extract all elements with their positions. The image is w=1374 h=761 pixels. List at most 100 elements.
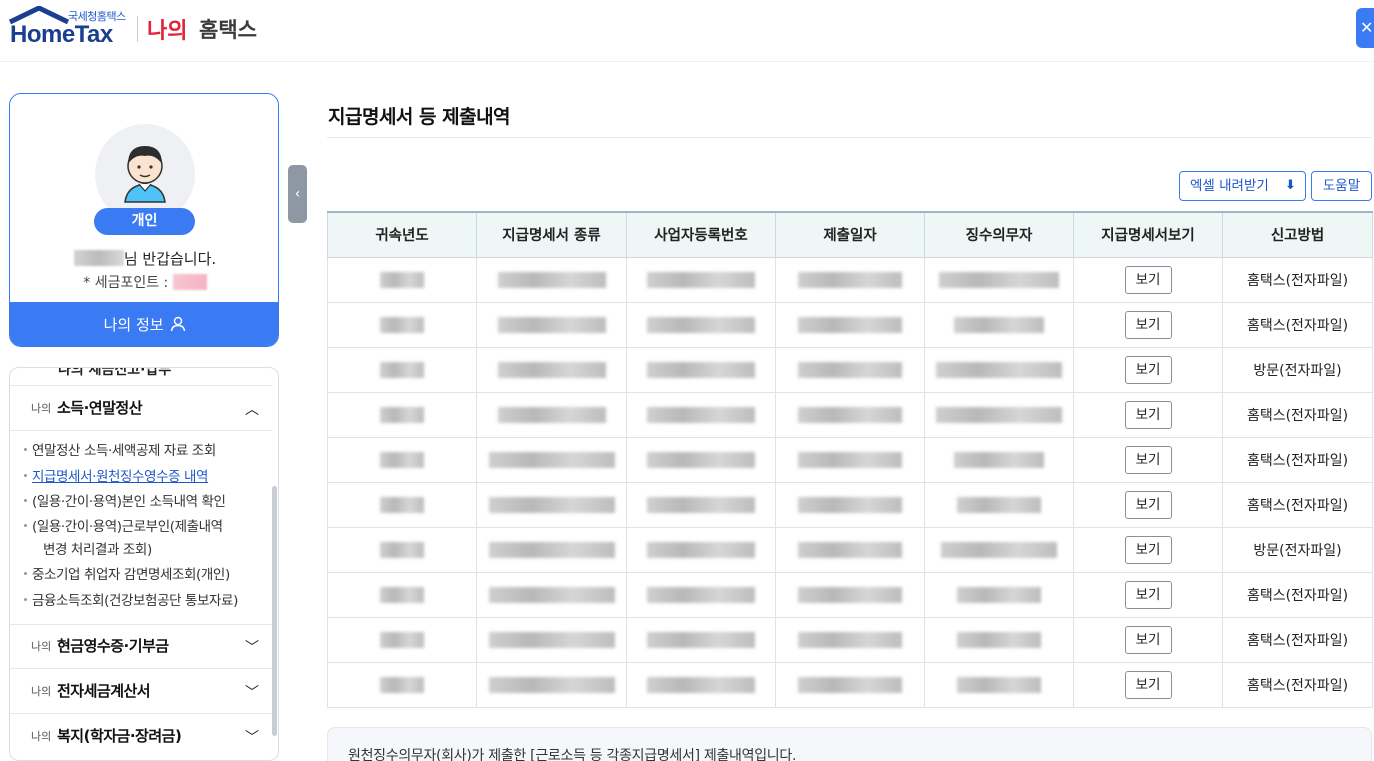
tax-points-label: * 세금포인트 : bbox=[83, 275, 169, 291]
column-header: 귀속년도 bbox=[327, 211, 477, 258]
redacted-withholder bbox=[936, 406, 1062, 423]
submenu-item-income-denial-cont[interactable]: 변경 처리결과 조회) bbox=[43, 538, 152, 562]
redacted-statement-type bbox=[488, 586, 615, 603]
submenu-item-yearend-deduction[interactable]: 연말정산 소득·세액공제 자료 조회 bbox=[24, 439, 216, 463]
table-cell bbox=[924, 481, 1074, 528]
sidebar-section-cash-receipt[interactable]: 나의 현금영수증·기부금 ﹀ bbox=[10, 624, 272, 669]
table-row: 보기 방문(전자파일) bbox=[327, 526, 1373, 573]
view-statement-button[interactable]: 보기 bbox=[1124, 625, 1172, 654]
table-cell bbox=[775, 301, 925, 348]
column-header: 제출일자 bbox=[775, 211, 925, 258]
redacted-submit-date bbox=[798, 316, 902, 333]
filing-method: 홈택스(전자파일) bbox=[1222, 571, 1373, 618]
view-statement-button[interactable]: 보기 bbox=[1124, 670, 1172, 699]
submenu-item-income-denial[interactable]: (일용·간이·용역)근로부인(제출내역 bbox=[24, 515, 223, 539]
table-row: 보기 홈택스(전자파일) bbox=[327, 481, 1373, 528]
redacted-withholder bbox=[954, 316, 1044, 333]
section-prefix: 나의 bbox=[31, 402, 52, 415]
redacted-business-number bbox=[647, 361, 755, 378]
redacted-withholder bbox=[957, 676, 1041, 693]
redacted-submit-date bbox=[798, 631, 902, 648]
view-statement-button[interactable]: 보기 bbox=[1124, 400, 1172, 429]
table-cell bbox=[775, 346, 925, 393]
section-title: 현금영수증·기부금 bbox=[57, 637, 169, 655]
header: 국세청홈택스 HomeTax 나의 홈택스 ✕ bbox=[0, 0, 1374, 62]
table-cell bbox=[626, 256, 776, 303]
table-cell bbox=[775, 436, 925, 483]
my-info-button[interactable]: 나의 정보 bbox=[10, 302, 278, 346]
table-cell bbox=[626, 661, 776, 708]
table-cell bbox=[924, 346, 1074, 393]
table-cell bbox=[476, 661, 627, 708]
view-statement-button[interactable]: 보기 bbox=[1124, 355, 1172, 384]
page-title: 지급명세서 등 제출내역 bbox=[328, 106, 511, 128]
table-cell bbox=[775, 616, 925, 663]
sidebar-section-e-invoice[interactable]: 나의 전자세금계산서 ﹀ bbox=[10, 669, 272, 714]
filing-method: 홈택스(전자파일) bbox=[1222, 616, 1373, 663]
table-cell bbox=[626, 481, 776, 528]
redacted-statement-type bbox=[488, 451, 615, 468]
table-cell bbox=[924, 436, 1074, 483]
table-cell bbox=[327, 301, 477, 348]
chevron-down-icon[interactable]: ﹀ bbox=[245, 682, 259, 702]
table-cell bbox=[476, 391, 627, 438]
table-cell bbox=[626, 616, 776, 663]
section-title: 전자세금계산서 bbox=[57, 682, 151, 700]
table-cell bbox=[327, 391, 477, 438]
redacted-business-number bbox=[647, 451, 755, 468]
sidebar-scrollbar[interactable] bbox=[272, 486, 277, 736]
sidebar-collapse-chevron-left-icon[interactable]: ‹ bbox=[288, 165, 307, 223]
submenu-income: 연말정산 소득·세액공제 자료 조회 지급명세서·원천징수영수증 내역 (일용·… bbox=[10, 431, 272, 625]
view-statement-button[interactable]: 보기 bbox=[1124, 535, 1172, 564]
redacted-year bbox=[380, 586, 424, 603]
table-row: 보기 방문(전자파일) bbox=[327, 346, 1373, 393]
close-icon[interactable]: ✕ bbox=[1356, 8, 1374, 48]
profile-card: 개인 님 반갑습니다. * 세금포인트 : 나의 정보 bbox=[9, 93, 279, 347]
table-body: 보기 홈택스(전자파일) 보기 홈택스(전자파일) 보기 방문(전자파일) 보기 홈택스(전자… bbox=[327, 256, 1373, 708]
table-cell bbox=[327, 436, 477, 483]
submenu-item-financial-income[interactable]: 금융소득조회(건강보험공단 통보자료) bbox=[24, 589, 238, 613]
submenu-item-sme-reduction[interactable]: 중소기업 취업자 감면명세조회(개인) bbox=[24, 563, 230, 587]
table-cell: 보기 bbox=[1073, 526, 1223, 573]
table-row: 보기 홈택스(전자파일) bbox=[327, 661, 1373, 708]
column-header: 지급명세서보기 bbox=[1073, 211, 1223, 258]
view-statement-button[interactable]: 보기 bbox=[1124, 265, 1172, 294]
filing-method: 방문(전자파일) bbox=[1222, 526, 1373, 573]
view-statement-button[interactable]: 보기 bbox=[1124, 310, 1172, 339]
table-cell bbox=[476, 346, 627, 393]
view-statement-button[interactable]: 보기 bbox=[1124, 580, 1172, 609]
help-button[interactable]: 도움말 bbox=[1311, 171, 1372, 201]
table-cell bbox=[626, 571, 776, 618]
filing-method: 홈택스(전자파일) bbox=[1222, 661, 1373, 708]
redacted-business-number bbox=[647, 406, 755, 423]
sidebar-section-income[interactable]: 나의 소득·연말정산 ︿ bbox=[10, 386, 272, 431]
redacted-statement-type bbox=[497, 271, 606, 288]
sidebar-section-welfare[interactable]: 나의 복지(학자금·장려금) ﹀ bbox=[10, 714, 272, 759]
section-title: 소득·연말정산 bbox=[57, 399, 143, 417]
table-row: 보기 홈택스(전자파일) bbox=[327, 616, 1373, 663]
redacted-business-number bbox=[647, 586, 755, 603]
redacted-submit-date bbox=[798, 496, 902, 513]
table-cell bbox=[924, 301, 1074, 348]
filing-method: 홈택스(전자파일) bbox=[1222, 436, 1373, 483]
redacted-submit-date bbox=[798, 451, 902, 468]
view-statement-button[interactable]: 보기 bbox=[1124, 490, 1172, 519]
redacted-statement-type bbox=[488, 631, 615, 648]
redacted-year bbox=[380, 451, 424, 468]
chevron-down-icon[interactable]: ﹀ bbox=[245, 727, 259, 747]
table-cell bbox=[476, 256, 627, 303]
submenu-item-payment-statement[interactable]: 지급명세서·원천징수영수증 내역 bbox=[24, 465, 208, 489]
chevron-up-icon[interactable]: ︿ bbox=[245, 399, 259, 419]
table-cell bbox=[924, 256, 1074, 303]
chevron-down-icon[interactable]: ﹀ bbox=[245, 637, 259, 657]
submenu-item-daily-income-check[interactable]: (일용·간이·용역)본인 소득내역 확인 bbox=[24, 490, 226, 514]
excel-download-button[interactable]: 엑셀 내려받기 ⬇ bbox=[1179, 171, 1306, 201]
table-cell bbox=[327, 571, 477, 618]
view-statement-button[interactable]: 보기 bbox=[1124, 445, 1172, 474]
redacted-points bbox=[172, 274, 207, 290]
table-cell bbox=[775, 571, 925, 618]
table-row: 보기 홈택스(전자파일) bbox=[327, 391, 1373, 438]
title-divider bbox=[327, 137, 1372, 138]
submission-table: 귀속년도 지급명세서 종류 사업자등록번호 제출일자 징수의무자 지급명세서보기… bbox=[327, 211, 1373, 708]
hometax-logo[interactable]: 국세청홈택스 HomeTax bbox=[8, 6, 130, 50]
